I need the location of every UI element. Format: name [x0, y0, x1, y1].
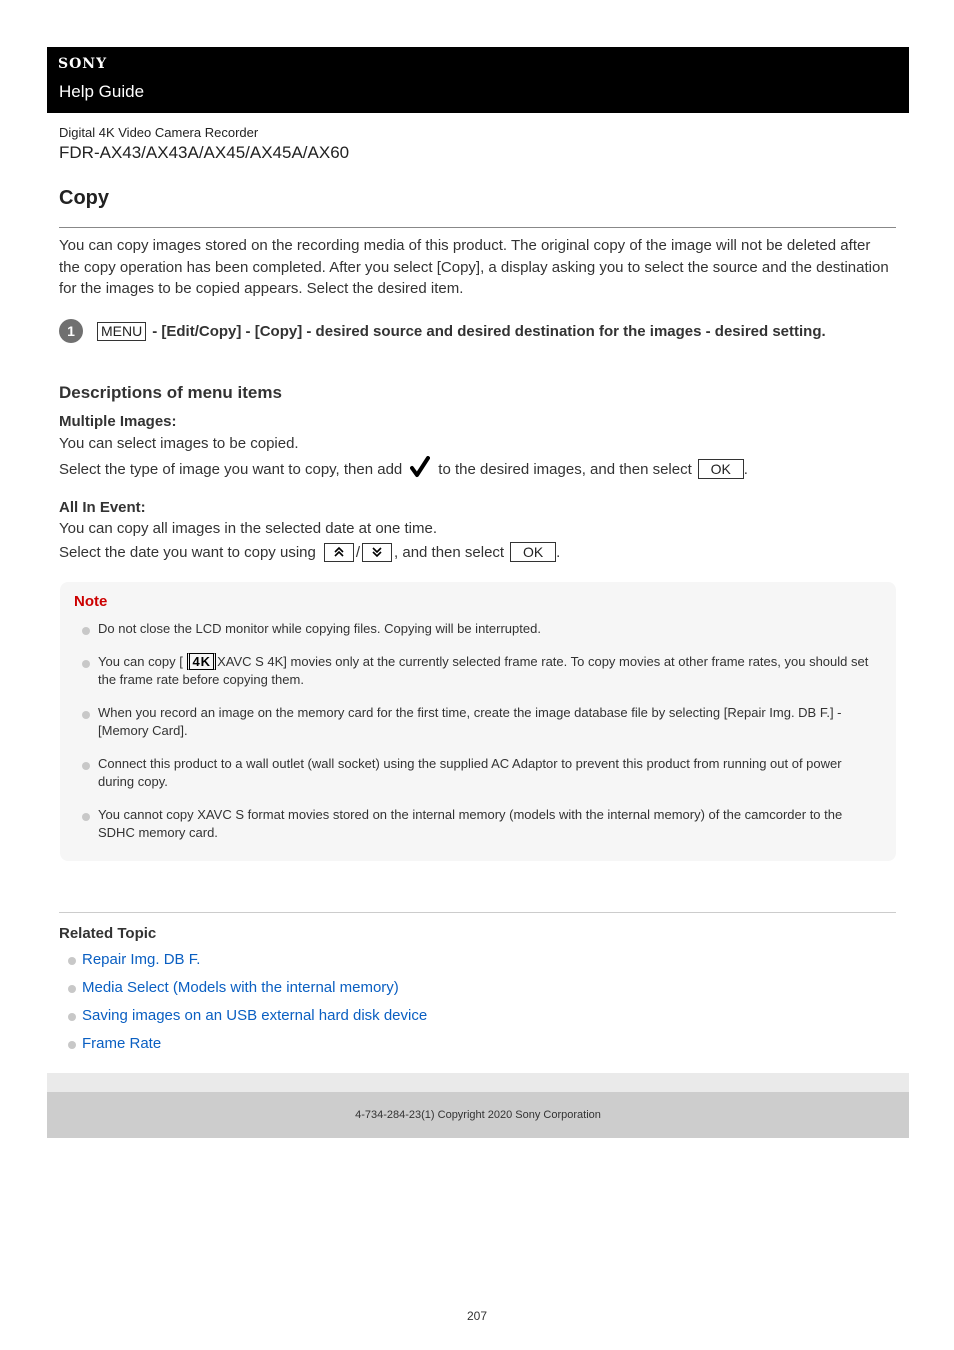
- all-in-event-desc: You can copy all images in the selected …: [59, 520, 437, 537]
- ok-button-icon: OK: [510, 542, 557, 562]
- bullet-icon: [82, 627, 90, 635]
- related-topic-title: Related Topic: [59, 925, 157, 942]
- related-link-usb-hard-disk[interactable]: Saving images on an USB external hard di…: [82, 1007, 427, 1024]
- related-item: Repair Img. DB F.: [59, 949, 427, 977]
- period: .: [743, 460, 748, 478]
- related-link-repair-img-db[interactable]: Repair Img. DB F.: [82, 951, 200, 968]
- all-in-event-instruction: Select the date you want to copy using /…: [59, 542, 560, 562]
- footer: 4-734-284-23(1) Copyright 2020 Sony Corp…: [47, 1092, 909, 1138]
- note-text: You can copy [: [98, 653, 183, 669]
- xavc-s-4k-icon: 4K: [187, 652, 217, 670]
- help-guide-title: Help Guide: [59, 82, 145, 101]
- multiple-images-desc: You can select images to be copied.: [59, 435, 299, 452]
- sony-logo: SONY: [58, 56, 108, 72]
- note-item: Do not close the LCD monitor while copyi…: [60, 620, 896, 639]
- note-text: Connect this product to a wall outlet (w…: [98, 755, 842, 790]
- menu-key-icon: MENU: [97, 321, 147, 341]
- product-category: Digital 4K Video Camera Recorder: [59, 125, 259, 140]
- product-models: FDR-AX43/AX43A/AX45/AX45A/AX60: [59, 143, 350, 162]
- related-item: Media Select (Models with the internal m…: [59, 977, 427, 1005]
- related-link-media-select[interactable]: Media Select (Models with the internal m…: [82, 979, 399, 996]
- ok-button-icon: OK: [697, 459, 744, 479]
- checkmark-icon: [410, 456, 431, 482]
- related-item: Frame Rate: [59, 1033, 427, 1061]
- intro-paragraph: You can copy images stored on the record…: [59, 237, 889, 297]
- copyright-text: 4-734-284-23(1) Copyright 2020 Sony Corp…: [355, 1109, 601, 1121]
- multiple-images-title: Multiple Images:: [59, 413, 177, 430]
- note-box: Note Do not close the LCD monitor while …: [60, 582, 896, 861]
- related-link-frame-rate[interactable]: Frame Rate: [82, 1035, 161, 1052]
- note-item: When you record an image on the memory c…: [60, 704, 896, 741]
- note-item: Connect this product to a wall outlet (w…: [60, 755, 896, 792]
- double-chevron-down-icon: [362, 542, 393, 562]
- page-number: 207: [466, 1309, 488, 1323]
- step-number-badge: 1: [59, 319, 83, 343]
- all-in-event-title: All In Event:: [59, 499, 146, 516]
- footer-spacer: [47, 1073, 909, 1092]
- step-text: - [Edit/Copy] - [Copy] - desired source …: [152, 322, 826, 340]
- bullet-icon: [68, 985, 76, 993]
- multiple-images-line1: You can select images to be copied.: [59, 435, 299, 452]
- bullet-icon: [82, 812, 90, 821]
- step-1: 1 MENU - [Edit/Copy] - [Copy] - desired …: [59, 319, 899, 343]
- instruction-text-before: Select the date you want to copy using: [59, 543, 316, 561]
- separator: /: [355, 543, 361, 561]
- descriptions-heading: Descriptions of menu items: [59, 383, 282, 402]
- instruction-text-before: Select the type of image you want to cop…: [59, 460, 403, 478]
- bullet-icon: [82, 761, 90, 770]
- bullet-icon: [68, 1041, 76, 1049]
- page-title: Copy: [59, 187, 109, 209]
- header-bar: SONY Help Guide: [47, 47, 909, 113]
- instruction-text-after: to the desired images, and then select: [438, 460, 692, 478]
- all-in-event-line1: You can copy all images in the selected …: [59, 520, 438, 537]
- note-item: You can copy [ 4K XAVC S 4K] movies only …: [60, 652, 896, 690]
- related-topic-list: Repair Img. DB F. Media Select (Models w…: [59, 949, 427, 1061]
- title-divider: [59, 227, 896, 228]
- bullet-icon: [82, 710, 90, 719]
- multiple-images-instruction: Select the type of image you want to cop…: [59, 456, 748, 482]
- bullet-icon: [82, 659, 90, 668]
- period: .: [556, 543, 561, 561]
- bullet-icon: [68, 957, 76, 965]
- instruction-text-after: , and then select: [394, 543, 505, 561]
- note-title: Note: [74, 593, 108, 610]
- note-text: Do not close the LCD monitor while copyi…: [98, 621, 541, 636]
- bullet-icon: [68, 1013, 76, 1021]
- note-text: You cannot copy XAVC S format movies sto…: [98, 806, 843, 841]
- related-divider: [59, 912, 896, 913]
- note-item: You cannot copy XAVC S format movies sto…: [60, 806, 896, 843]
- double-chevron-up-icon: [323, 542, 354, 562]
- note-list: Do not close the LCD monitor while copyi…: [60, 620, 896, 843]
- note-text: When you record an image on the memory c…: [98, 704, 842, 739]
- related-item: Saving images on an USB external hard di…: [59, 1005, 427, 1033]
